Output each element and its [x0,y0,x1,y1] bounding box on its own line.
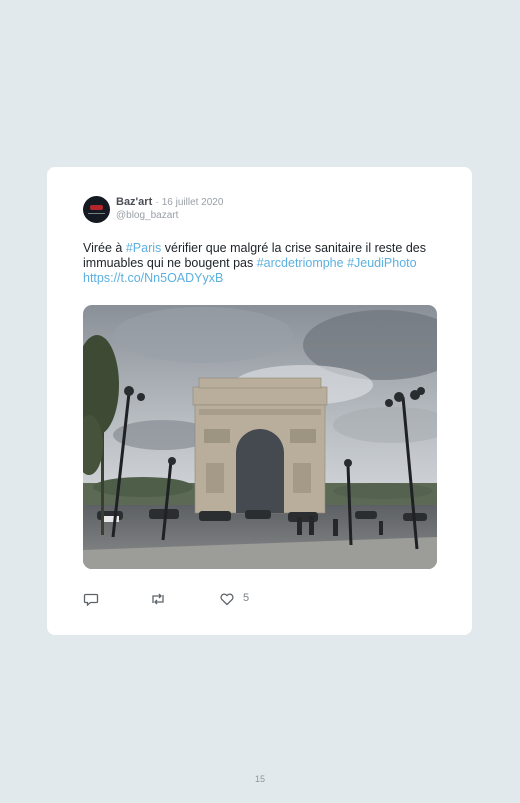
arc-de-triomphe-photo [83,305,437,569]
avatar-logo-line [88,213,105,214]
tweet-text: Virée à #Paris vérifier que malgré la cr… [83,241,435,286]
tweet-card: Baz'art · 16 juillet 2020 @blog_bazart V… [47,167,472,635]
reply-icon-svg [83,593,99,607]
heart-icon[interactable] [219,591,235,607]
heart-icon-svg [220,593,234,606]
author-name[interactable]: Baz'art [116,196,152,208]
tweet-date[interactable]: 16 juillet 2020 [162,197,224,208]
tweet-link[interactable]: https://t.co/Nn5OADYyxB [83,271,223,285]
author-line: Baz'art · 16 juillet 2020 [116,196,223,208]
hashtag-jeudiphoto[interactable]: #JeudiPhoto [347,256,417,270]
date-separator: · [155,197,159,208]
tweet-photo[interactable] [83,305,437,569]
hashtag-arcdetriomphe[interactable]: #arcdetriomphe [257,256,344,270]
hashtag-paris[interactable]: #Paris [126,241,161,255]
reply-icon[interactable] [83,591,99,607]
like-count: 5 [243,592,250,604]
retweet-icon-svg [152,593,164,605]
author-handle[interactable]: @blog_bazart [116,210,178,221]
retweet-icon[interactable] [149,591,167,607]
page-number: 15 [254,774,265,784]
avatar[interactable] [83,196,110,223]
avatar-logo-mark [90,205,103,210]
text-part: Virée à [83,241,126,255]
tweet-actions: 5 [83,591,435,607]
